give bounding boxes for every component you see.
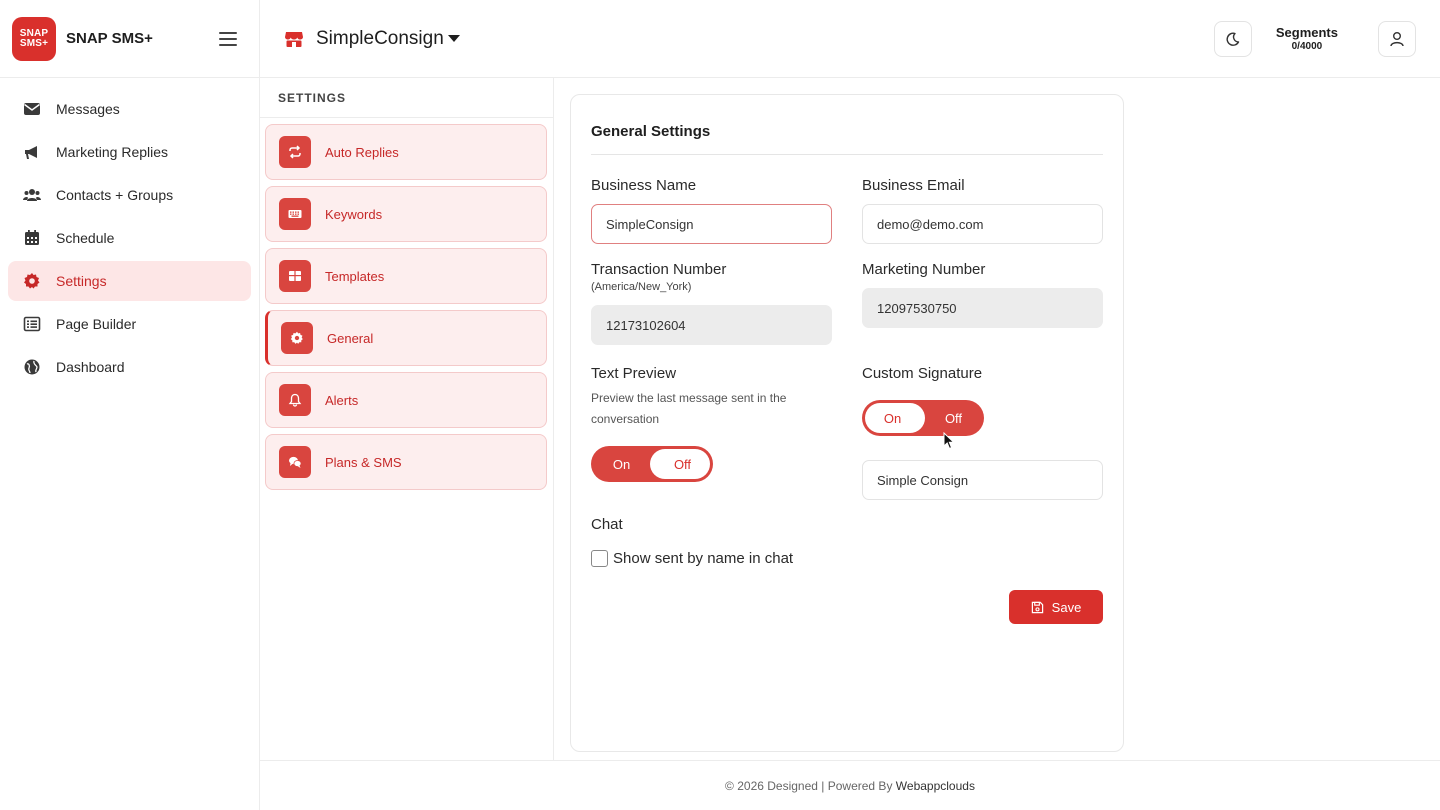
custom-signature-on[interactable]: On [862, 411, 923, 426]
chat-bubbles-icon [279, 446, 311, 478]
chat-label: Chat [591, 516, 623, 533]
calendar-icon [23, 229, 41, 247]
text-preview-help: Preview the last message sent in the con… [591, 391, 787, 426]
repeat-icon [279, 136, 311, 168]
list-icon [23, 315, 41, 333]
sidebar-item-page-builder[interactable]: Page Builder [8, 304, 251, 344]
text-preview-off[interactable]: Off [652, 457, 713, 472]
profile-button[interactable] [1378, 20, 1416, 57]
globe-icon [23, 358, 41, 376]
transaction-number-input: 12173102604 [591, 305, 832, 345]
page-footer: © 2026 Designed | Powered By Webappcloud… [260, 760, 1440, 810]
caret-down-icon [447, 35, 460, 42]
text-preview-toggle[interactable]: On Off [591, 446, 713, 482]
settings-item-keywords[interactable]: Keywords [265, 186, 547, 242]
show-sent-by-checkbox[interactable] [591, 550, 608, 567]
transaction-number-group: Transaction Number (America/New_York) 12… [591, 261, 832, 345]
signature-input[interactable]: Simple Consign [862, 460, 1103, 500]
moon-icon [1226, 32, 1240, 46]
marketing-number-group: Marketing Number 12097530750 [862, 261, 1103, 328]
business-name-input[interactable]: SimpleConsign [591, 204, 832, 244]
show-sent-by-label[interactable]: Show sent by name in chat [613, 550, 793, 567]
sidebar-item-marketing-replies[interactable]: Marketing Replies [8, 132, 251, 172]
envelope-icon [23, 100, 41, 118]
custom-signature-group: Custom Signature On Off Simple Consign [862, 365, 1103, 500]
main-content: General Settings Business Name SimpleCon… [554, 78, 1440, 760]
segments-label: Segments [1275, 25, 1338, 40]
footer-link[interactable]: Webappclouds [896, 779, 975, 793]
business-email-label: Business Email [862, 177, 965, 194]
sidebar-item-schedule[interactable]: Schedule [8, 218, 251, 258]
bell-icon [279, 384, 311, 416]
marketing-number-label: Marketing Number [862, 261, 986, 278]
main-nav: Messages Marketing Replies Contacts + Gr… [0, 78, 259, 387]
header-actions: Segments 0/4000 [1213, 20, 1416, 57]
chat-group: Chat Show sent by name in chat [591, 516, 793, 567]
segments-counter: Segments 0/4000 [1276, 25, 1338, 52]
settings-menu: SETTINGS Auto Replies Keywords Templates… [260, 78, 554, 760]
business-email-input[interactable]: demo@demo.com [862, 204, 1103, 244]
card-title: General Settings [591, 95, 1103, 155]
users-icon [23, 186, 41, 204]
settings-item-auto-replies[interactable]: Auto Replies [265, 124, 547, 180]
store-selector[interactable]: SimpleConsign [316, 28, 460, 50]
megaphone-icon [23, 143, 41, 161]
save-button[interactable]: Save [1009, 590, 1103, 624]
settings-heading: SETTINGS [260, 78, 553, 118]
gear-icon [281, 322, 313, 354]
custom-signature-label: Custom Signature [862, 365, 983, 382]
general-settings-card: General Settings Business Name SimpleCon… [570, 94, 1124, 752]
menu-toggle-icon[interactable] [219, 31, 237, 46]
keyboard-icon [279, 198, 311, 230]
settings-item-templates[interactable]: Templates [265, 248, 547, 304]
sidebar-item-messages[interactable]: Messages [8, 89, 251, 129]
settings-item-general[interactable]: General [265, 310, 547, 366]
business-email-group: Business Email demo@demo.com [862, 177, 1103, 244]
transaction-timezone: (America/New_York) [591, 281, 692, 293]
top-header: SimpleConsign Segments 0/4000 [260, 0, 1440, 78]
floppy-disk-icon [1031, 601, 1043, 613]
sidebar-item-dashboard[interactable]: Dashboard [8, 347, 251, 387]
custom-signature-toggle[interactable]: On Off [862, 400, 984, 436]
sidebar-item-contacts-groups[interactable]: Contacts + Groups [8, 175, 251, 215]
user-icon [1390, 31, 1404, 46]
footer-text: © 2026 Designed | Powered By [725, 778, 893, 793]
sidebar-item-settings[interactable]: Settings [8, 261, 251, 301]
transaction-number-label: Transaction Number [591, 261, 727, 278]
mouse-cursor-icon [943, 432, 955, 450]
brand-header: SNAP SMS+ SNAP SMS+ [0, 0, 259, 78]
settings-item-alerts[interactable]: Alerts [265, 372, 547, 428]
store-icon [285, 31, 303, 47]
text-preview-group: Text Preview Preview the last message se… [591, 365, 821, 482]
dark-mode-button[interactable] [1213, 20, 1252, 57]
business-name-label: Business Name [591, 177, 697, 194]
text-preview-on[interactable]: On [591, 457, 652, 472]
left-sidebar: SNAP SMS+ SNAP SMS+ Messages Marketing R… [0, 0, 260, 810]
business-name-group: Business Name SimpleConsign [591, 177, 832, 244]
segments-count: 0/4000 [1291, 41, 1323, 52]
text-preview-label: Text Preview [591, 365, 677, 382]
gear-icon [23, 272, 41, 290]
custom-signature-off[interactable]: Off [923, 411, 984, 426]
marketing-number-input: 12097530750 [862, 288, 1103, 328]
brand-name: SNAP SMS+ [66, 30, 153, 47]
app-logo[interactable]: SNAP SMS+ [12, 16, 56, 61]
show-sent-by-row: Show sent by name in chat [591, 550, 793, 567]
settings-item-plans-sms[interactable]: Plans & SMS [265, 434, 547, 490]
table-icon [279, 260, 311, 292]
